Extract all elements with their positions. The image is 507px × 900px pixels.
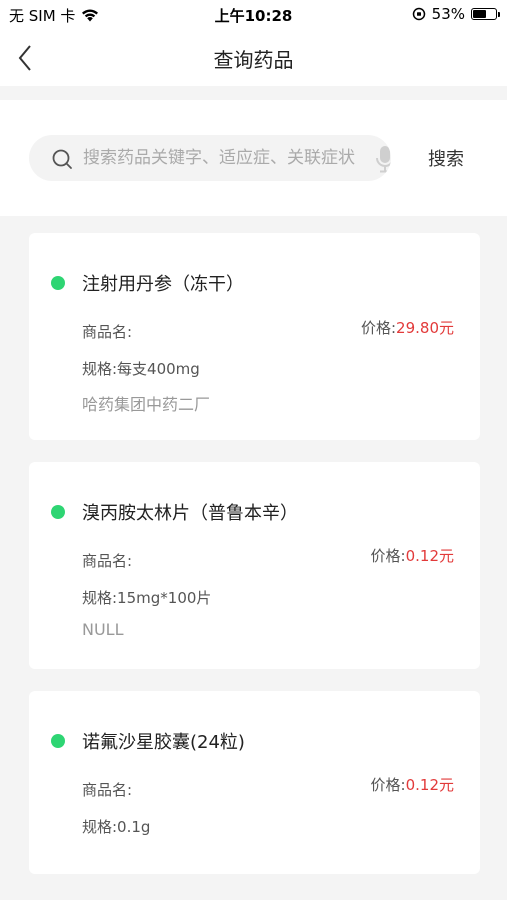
status-bar: 无 SIM 卡 上午10:28 53% <box>0 0 507 30</box>
spec: 规格:每支400mg <box>82 360 200 378</box>
trade-name-label: 商品名: <box>82 781 133 799</box>
battery-icon <box>471 8 500 20</box>
price: 价格:0.12元 <box>371 545 454 566</box>
drug-name: 溴丙胺太林片（普鲁本辛） <box>82 503 298 524</box>
microphone-icon[interactable] <box>374 145 391 173</box>
page-title: 查询药品 <box>213 48 294 72</box>
search-button[interactable]: 搜索 <box>410 135 482 181</box>
battery-percent: 53% <box>431 5 465 23</box>
manufacturer: NULL <box>82 620 124 639</box>
drug-card[interactable]: 诺氟沙星胶囊(24粒) 商品名: 价格:0.12元 规格:0.1g <box>29 691 480 874</box>
drug-card[interactable]: 注射用丹参（冻干） 商品名: 价格:29.80元 规格:每支400mg 哈药集团… <box>29 233 480 440</box>
status-right: 53% <box>412 5 500 23</box>
trade-name-label: 商品名: <box>82 552 133 570</box>
price-label: 价格: <box>370 547 406 565</box>
search-icon <box>52 149 72 169</box>
status-dot <box>51 505 65 519</box>
price: 价格:0.12元 <box>371 774 454 795</box>
battery-level <box>473 10 486 18</box>
price-label: 价格: <box>370 776 406 794</box>
spec: 规格:0.1g <box>82 818 151 836</box>
drug-name: 诺氟沙星胶囊(24粒) <box>82 732 245 753</box>
price-value: 29.80元 <box>396 319 454 337</box>
spec: 规格:15mg*100片 <box>82 589 212 607</box>
drug-name: 注射用丹参（冻干） <box>82 274 244 295</box>
price-label: 价格: <box>360 319 397 337</box>
drug-card[interactable]: 溴丙胺太林片（普鲁本辛） 商品名: 价格:0.12元 规格:15mg*100片 … <box>29 462 480 669</box>
price: 价格:29.80元 <box>361 317 454 338</box>
search-input[interactable] <box>83 135 363 181</box>
search-section: 搜索 <box>0 100 507 216</box>
price-value: 0.12元 <box>405 547 454 565</box>
nav-bar: 查询药品 <box>0 30 507 86</box>
orientation-lock-icon <box>412 7 425 21</box>
status-dot <box>51 734 65 748</box>
trade-name-label: 商品名: <box>82 323 133 341</box>
search-box[interactable] <box>29 135 391 181</box>
manufacturer: 哈药集团中药二厂 <box>82 395 211 414</box>
price-value: 0.12元 <box>405 776 454 794</box>
status-dot <box>51 276 65 290</box>
